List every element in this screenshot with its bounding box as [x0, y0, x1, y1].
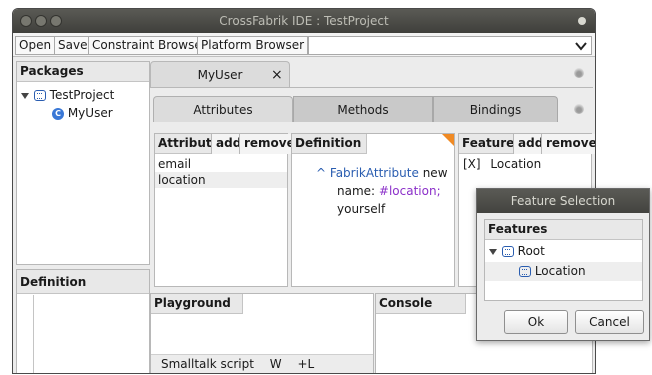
remove-feature-button[interactable]: remove [541, 134, 595, 154]
tab-bindings-label: Bindings [469, 103, 522, 117]
dialog-child-label: Location [534, 264, 586, 278]
left-definition-label: Definition [20, 275, 87, 289]
code-line-3: yourself [337, 202, 386, 216]
feature-selection-dialog: Feature Selection Features Root Location… [476, 188, 650, 341]
tab-myuser-label: MyUser [197, 68, 243, 82]
dialog-features-header: Features [485, 220, 642, 240]
menu-dot-icon[interactable] [578, 17, 586, 25]
tab-myuser[interactable]: MyUser × [150, 61, 290, 87]
definition-header: Definition [292, 134, 367, 154]
open-button[interactable]: Open [15, 36, 56, 55]
toolbar-dropdown[interactable] [308, 36, 592, 55]
definition-panel: Definition ^ FabrikAttribute new name: #… [291, 133, 455, 287]
divider [33, 295, 34, 373]
wrap-toggle-button[interactable]: W [270, 357, 282, 371]
save-button[interactable]: Save [54, 36, 92, 55]
attributes-panel: Attributes add remove email location [154, 133, 299, 287]
code-keyword: name: [337, 184, 376, 198]
title-bar[interactable]: CrossFabrik IDE : TestProject [13, 9, 595, 33]
package-icon [519, 266, 531, 277]
minimize-window-button[interactable] [35, 15, 47, 27]
left-definition-header: Definition [17, 270, 149, 294]
tab-bindings[interactable]: Bindings [433, 96, 558, 122]
class-label: MyUser [67, 106, 113, 120]
tab-menu-dot-icon[interactable] [574, 68, 584, 78]
close-icon[interactable]: × [271, 62, 283, 88]
package-icon [33, 90, 46, 101]
attributes-header: Attributes add remove [155, 134, 299, 154]
toolbar: Open Save Constraint Browser Platform Br… [13, 33, 595, 57]
features-header: Features add remove [459, 134, 595, 154]
tree-item-project[interactable]: TestProject [21, 88, 114, 102]
feature-label: Location [490, 157, 542, 171]
modified-corner-icon [442, 134, 454, 146]
chevron-down-icon [575, 42, 587, 51]
tab-attributes[interactable]: Attributes [153, 96, 293, 122]
package-icon [501, 246, 514, 257]
dialog-root-label: Root [517, 244, 545, 258]
feature-item[interactable]: [X] Location [463, 156, 541, 172]
packages-header-label: Packages [20, 64, 84, 78]
list-item-selected[interactable]: location [155, 172, 287, 188]
maximize-window-button[interactable] [50, 15, 62, 27]
window-title: CrossFabrik IDE : TestProject [219, 14, 389, 28]
dialog-title: Feature Selection [510, 194, 616, 208]
playground-script-label: Smalltalk script [161, 357, 254, 371]
project-label: TestProject [49, 88, 115, 102]
triangle-down-icon[interactable] [489, 248, 498, 256]
line-numbers-toggle-button[interactable]: +L [297, 357, 314, 371]
close-window-button[interactable] [20, 15, 32, 27]
code-line-1: ^ FabrikAttribute new [316, 164, 448, 182]
subtab-menu-dot-icon[interactable] [574, 104, 584, 114]
ok-button[interactable]: Ok [504, 310, 568, 334]
dialog-features-tree: Features Root Location [484, 219, 643, 301]
left-definition-panel: Definition [16, 269, 150, 373]
tab-divider [150, 87, 593, 88]
list-item[interactable]: email [158, 156, 284, 172]
code-symbol: #location; [378, 184, 441, 198]
code-line-2: name: #location; [316, 182, 448, 200]
definition-code[interactable]: ^ FabrikAttribute new name: #location; y… [316, 164, 448, 218]
code-class-name: FabrikAttribute [329, 166, 419, 180]
platform-browser-button[interactable]: Platform Browser [197, 36, 309, 55]
code-caret: ^ [316, 166, 327, 180]
packages-panel: Packages TestProject C MyUser [16, 61, 150, 265]
tab-attributes-label: Attributes [193, 103, 253, 117]
console-header: Console [376, 294, 466, 314]
console-header-label: Console [379, 296, 433, 310]
constraint-browser-button[interactable]: Constraint Browser [88, 36, 211, 55]
class-icon: C [52, 107, 64, 120]
packages-header: Packages [17, 62, 149, 82]
cancel-button[interactable]: Cancel [575, 310, 644, 334]
feature-check-mark: [X] [463, 157, 481, 171]
tree-item-class[interactable]: C MyUser [52, 106, 113, 120]
dialog-features-header-label: Features [488, 222, 548, 236]
playground-header-label: Playground [154, 296, 231, 310]
tab-methods-label: Methods [337, 103, 389, 117]
dialog-tree-child[interactable]: Location [485, 262, 642, 281]
code-msg-new: new [422, 166, 448, 180]
playground-panel: Playground Smalltalk script W +L [150, 293, 374, 373]
tab-methods[interactable]: Methods [293, 96, 433, 122]
playground-status-bar: Smalltalk script W +L [151, 354, 373, 373]
definition-header-label: Definition [295, 136, 362, 150]
playground-editor[interactable] [151, 316, 373, 352]
remove-attribute-button[interactable]: remove [239, 134, 299, 154]
dialog-tree-root[interactable]: Root [489, 244, 545, 258]
dialog-title-bar[interactable]: Feature Selection [477, 189, 649, 213]
playground-header: Playground [151, 294, 243, 314]
triangle-down-icon[interactable] [21, 92, 30, 100]
